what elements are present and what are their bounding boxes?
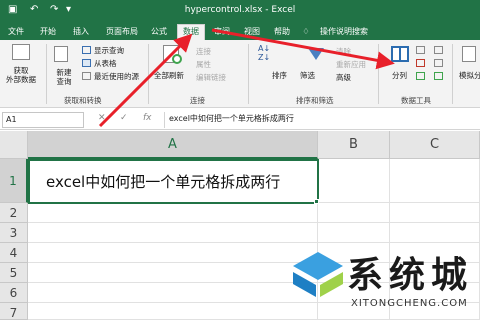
watermark-url: XITONGCHENG.COM [351, 298, 468, 309]
arrow-to-text-to-columns [211, 28, 395, 70]
brand-logo-icon [293, 252, 343, 297]
arrow-to-data-tab [98, 33, 193, 128]
watermark-brand: 系统城 [347, 254, 474, 296]
watermark: 系统城 XITONGCHENG.COM [285, 238, 480, 320]
